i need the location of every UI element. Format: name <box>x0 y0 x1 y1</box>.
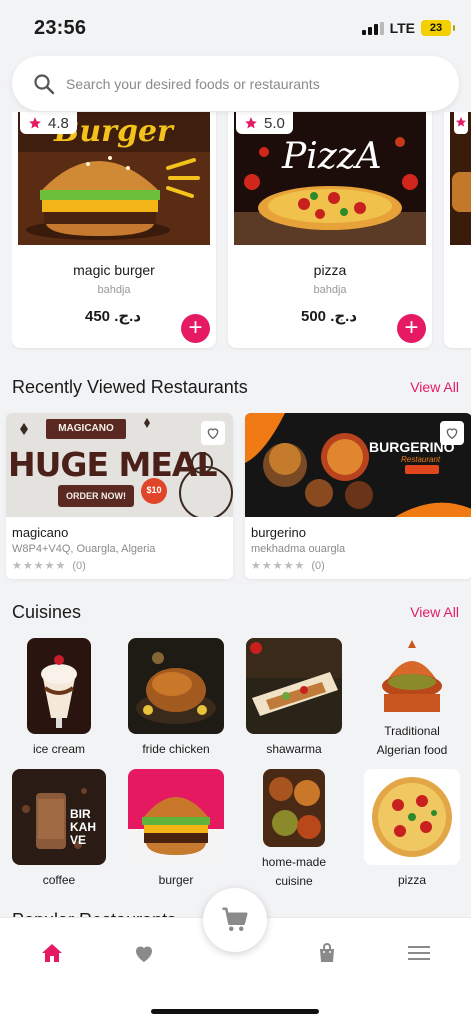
add-to-cart-button[interactable]: + <box>397 314 426 343</box>
cuisine-image <box>263 769 325 847</box>
restaurant-card[interactable]: MAGICANO HUGE MEAL ORDER NOW! $10 magica… <box>6 413 233 579</box>
restaurant-address: W8P4+V4Q, Ouargla, Algeria <box>12 543 156 555</box>
favorite-button[interactable] <box>440 421 464 445</box>
cuisine-image <box>380 638 444 716</box>
product-image <box>450 112 471 245</box>
cuisine-label: coffee <box>42 873 76 887</box>
plus-icon: + <box>188 314 203 341</box>
status-time: 23:56 <box>34 17 87 39</box>
rating-badge <box>454 112 468 134</box>
star-rating-icon: ★★★★★ <box>12 560 67 572</box>
favorite-button[interactable] <box>201 421 225 445</box>
cuisines-title: Cuisines <box>12 602 82 622</box>
restaurant-address: mekhadma ouargla <box>251 543 346 555</box>
heart-outline-icon <box>207 428 219 440</box>
banner-subtitle: Restaurant <box>401 455 441 464</box>
status-indicators: LTE 23 <box>361 20 455 36</box>
cuisine-label: Traditional Algerian food <box>376 724 448 757</box>
banner-headline: HUGE MEAL <box>8 445 217 484</box>
restaurant-rating: ★★★★★ (0) <box>251 559 325 572</box>
restaurant-name: magicano <box>12 525 69 540</box>
restaurant-card[interactable]: BURGERINO Restaurant burgerino mekhadma … <box>245 413 471 579</box>
search-icon <box>34 73 55 94</box>
home-indicator <box>151 1009 319 1014</box>
cuisine-label: ice cream <box>32 742 85 756</box>
status-bar: 23:56 LTE 23 <box>0 0 471 56</box>
rating-count: (0) <box>311 560 325 572</box>
restaurant-rating: ★★★★★ (0) <box>12 559 86 572</box>
product-price: 500 .د.ج <box>301 308 358 325</box>
cuisine-item[interactable]: burger <box>128 769 224 890</box>
rating-count: (0) <box>72 560 86 572</box>
cuisine-item[interactable]: shawarma <box>246 638 342 759</box>
restaurant-name: burgerino <box>251 525 306 540</box>
cuisine-image-text: BIR KAH VE <box>70 807 96 847</box>
nav-menu[interactable] <box>404 938 434 968</box>
star-icon <box>29 117 41 129</box>
plus-icon: + <box>404 314 419 341</box>
battery-icon: 23 <box>421 20 455 36</box>
cuisine-image <box>27 638 91 734</box>
cuisine-item[interactable]: BIR KAH VE coffee <box>12 769 106 890</box>
add-to-cart-button[interactable]: + <box>181 314 210 343</box>
product-carousel[interactable]: Burger 4.8 magic burger bahdja 450 .د.ج … <box>12 112 471 350</box>
restaurant-banner: BURGERINO Restaurant <box>245 413 471 517</box>
cart-button[interactable] <box>203 888 267 952</box>
nav-favorites[interactable] <box>129 938 159 968</box>
cuisine-image <box>246 638 342 734</box>
network-label: LTE <box>389 20 415 36</box>
cuisine-image: BIR KAH VE <box>12 769 106 865</box>
nav-home[interactable] <box>37 938 67 968</box>
heart-outline-icon <box>446 428 458 440</box>
product-card[interactable]: Burger 4.8 magic burger bahdja 450 .د.ج … <box>12 112 216 348</box>
cuisine-image <box>128 769 224 865</box>
cuisine-item[interactable]: home-made cuisine <box>246 769 342 891</box>
banner-cta: ORDER NOW! <box>66 491 126 501</box>
cuisines-view-all-link[interactable]: View All <box>410 604 459 620</box>
cuisine-item[interactable]: Traditional Algerian food <box>364 638 460 760</box>
cuisine-label: pizza <box>397 873 426 887</box>
recently-viewed-view-all-link[interactable]: View All <box>410 379 459 395</box>
nav-orders[interactable] <box>312 938 342 968</box>
rating-value: 5.0 <box>264 114 285 132</box>
banner-title: MAGICANO <box>58 423 114 434</box>
cart-icon <box>222 907 248 931</box>
signal-icon <box>361 21 384 35</box>
cuisine-item[interactable]: fride chicken <box>128 638 224 759</box>
cuisine-image <box>364 769 460 865</box>
banner-badge: $10 <box>146 485 162 495</box>
heart-icon <box>136 946 152 962</box>
product-price: 450 .د.ج <box>85 308 142 325</box>
star-icon <box>456 117 466 127</box>
star-icon <box>245 117 257 129</box>
product-name: pizza <box>313 262 347 278</box>
battery-level: 23 <box>429 22 443 34</box>
product-category: bahdja <box>97 284 131 296</box>
cuisine-label: shawarma <box>266 742 322 756</box>
restaurant-banner: MAGICANO HUGE MEAL ORDER NOW! $10 <box>6 413 233 517</box>
cuisine-item[interactable]: ice cream <box>12 638 106 759</box>
recently-viewed-title: Recently Viewed Restaurants <box>12 377 248 397</box>
product-category: bahdja <box>313 284 347 296</box>
cuisine-image <box>128 638 224 734</box>
menu-icon <box>408 946 430 960</box>
cuisine-label: home-made cuisine <box>261 855 327 888</box>
rating-badge: 4.8 <box>20 112 77 134</box>
product-image-text: PizzA <box>282 136 382 177</box>
search-input[interactable] <box>66 75 436 92</box>
bag-icon <box>320 943 334 962</box>
rating-badge: 5.0 <box>236 112 293 134</box>
home-icon <box>42 944 62 962</box>
cuisine-label: fride chicken <box>142 742 210 756</box>
search-bar[interactable] <box>12 56 459 111</box>
cuisine-item[interactable]: pizza <box>364 769 460 890</box>
product-card[interactable]: PizzA 5.0 pizza bahdja 500 .د.ج + <box>228 112 432 348</box>
cuisine-label: burger <box>158 873 194 887</box>
rating-value: 4.8 <box>48 114 69 132</box>
product-name: magic burger <box>73 262 155 278</box>
popular-restaurants-title: Popular Restaurants <box>12 910 176 917</box>
product-card-partial[interactable] <box>444 112 471 348</box>
star-rating-icon: ★★★★★ <box>251 560 306 572</box>
